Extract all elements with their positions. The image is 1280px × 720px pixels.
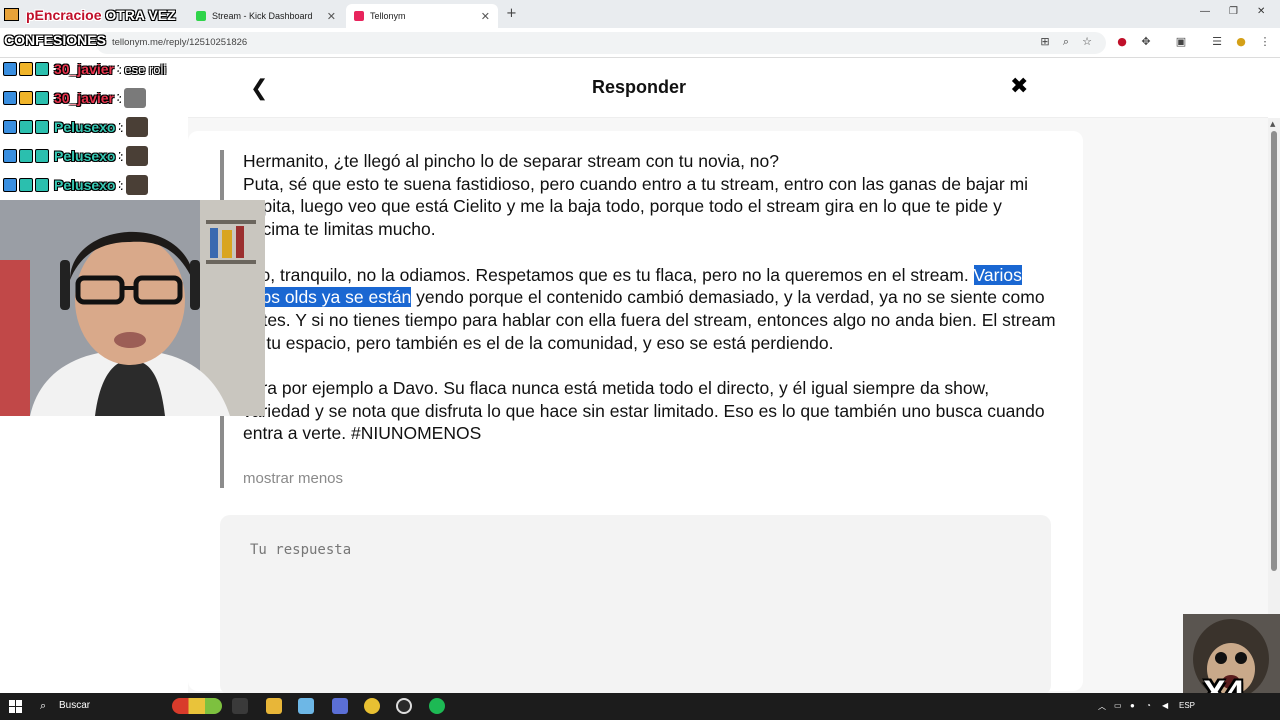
chat-message: Pelusexo : [3, 145, 148, 167]
close-tab-icon[interactable]: ✕ [327, 10, 336, 23]
media-icon[interactable]: ▣ [1174, 35, 1188, 49]
tray-mic-icon[interactable]: ● [1130, 701, 1135, 710]
extension-record-icon[interactable]: ● [1115, 35, 1129, 49]
chat-message: 30_javier : ese roli [3, 58, 166, 80]
message-paragraph-3: Mira por ejemplo a Davo. Su flaca nunca … [243, 378, 1045, 444]
profile-avatar-icon[interactable]: ● [1234, 35, 1248, 49]
sub-badge-icon [35, 149, 49, 163]
stream-title-white: OTRA VEZ [101, 7, 176, 23]
tab-kick-dashboard[interactable]: Stream - Kick Dashboard ✕ [188, 4, 344, 28]
restore-icon[interactable]: ❐ [1229, 6, 1238, 17]
obs-icon[interactable] [396, 698, 412, 714]
windows-start-icon[interactable] [9, 700, 22, 713]
stream-title-red: pEncracioe [26, 7, 102, 23]
sub-badge-icon [35, 62, 49, 76]
arrow-badge-icon [19, 120, 33, 134]
chat-text: ese roli [124, 61, 167, 77]
minimize-icon[interactable]: — [1200, 6, 1210, 17]
arrow-badge-icon [19, 149, 33, 163]
taskbar-search-label[interactable]: Buscar [59, 700, 90, 711]
chat-separator: : [118, 177, 123, 193]
mod-badge-icon [3, 178, 17, 192]
answer-field[interactable]: Tu respuesta [220, 515, 1051, 695]
mod-badge-icon [3, 120, 17, 134]
stream-subtitle: CONFESIONES [4, 32, 106, 48]
show-less-link[interactable]: mostrar menos [243, 470, 343, 487]
chrome-icon[interactable] [364, 698, 380, 714]
chat-username: Pelusexo [54, 177, 116, 193]
coin-badge-icon [19, 91, 33, 105]
taskbar-search-icon[interactable]: ⌕ [40, 699, 46, 713]
message-paragraph-1: Hermanito, ¿te llegó al pincho lo de sep… [243, 151, 1029, 240]
window-close-icon[interactable]: ✕ [1257, 6, 1265, 17]
arrow-badge-icon [19, 178, 33, 192]
file-explorer-icon[interactable] [266, 698, 282, 714]
chat-separator: : [116, 90, 122, 106]
monkey-emote-icon [125, 175, 148, 195]
stream-title-overlay: pEncracioe OTRA VEZ CONFESIONES [0, 0, 200, 58]
tab-title: Stream - Kick Dashboard [212, 11, 313, 21]
monkey-emote-icon [125, 117, 148, 137]
mod-badge-icon [3, 62, 17, 76]
chat-separator: : [116, 61, 122, 77]
fruit-widget-icon[interactable] [172, 698, 222, 714]
close-tab-icon[interactable]: ✕ [481, 10, 490, 23]
stream-title: pEncracioe OTRA VEZ [26, 7, 176, 23]
translate-icon[interactable]: ⊞ [1038, 35, 1052, 49]
windows-taskbar: ⌕ Buscar ︿ ▭ ● ◔ ◀ ESP [0, 693, 1280, 720]
chat-message: Pelusexo : [3, 116, 148, 138]
chat-username: Pelusexo [54, 119, 116, 135]
sub-badge-icon [35, 178, 49, 192]
coin-badge-icon [19, 62, 33, 76]
tell-message: Hermanito, ¿te llegó al pincho lo de sep… [243, 150, 1058, 445]
overlay-folder-icon [4, 8, 19, 21]
tab-tellonym[interactable]: Tellonym ✕ [346, 4, 498, 28]
menu-kebab-icon[interactable]: ⋮ [1258, 35, 1272, 49]
chat-username: Pelusexo [54, 148, 116, 164]
tray-volume-icon[interactable]: ◀ [1162, 701, 1168, 710]
scroll-up-icon[interactable]: ▲ [1270, 120, 1275, 128]
zoom-icon[interactable]: ⌕ [1059, 35, 1073, 49]
task-view-icon[interactable] [232, 698, 248, 714]
chat-message: Pelusexo : [3, 174, 148, 196]
chat-separator: : [118, 148, 123, 164]
close-icon[interactable]: ✖ [1010, 74, 1028, 99]
message-paragraph-2: Ojo, tranquilo, no la odiamos. Respetamo… [243, 264, 1058, 355]
bookmark-star-icon[interactable]: ☆ [1080, 35, 1094, 49]
chat-username: 30_javier [54, 90, 114, 106]
tray-language[interactable]: ESP [1179, 701, 1195, 710]
address-bar[interactable]: tellonym.me/reply/12510251826 [96, 32, 1106, 54]
tellonym-icon [354, 11, 364, 21]
scrollbar-thumb[interactable] [1271, 131, 1277, 571]
chat-separator: : [118, 119, 123, 135]
tab-title: Tellonym [370, 11, 406, 21]
app-icon[interactable] [332, 698, 348, 714]
emote-icon [124, 88, 147, 108]
page-scrollbar[interactable]: ▲ [1268, 118, 1280, 693]
page-header: ❮ Responder ✖ [188, 58, 1268, 118]
paragraph-2-text: Ojo, tranquilo, no la odiamos. Respetamo… [243, 264, 974, 285]
streamer-webcam-image [0, 200, 265, 416]
webcam-overlay [0, 200, 265, 416]
chat-message: 30_javier : [3, 87, 147, 109]
tray-network-icon[interactable]: ▭ [1114, 701, 1122, 710]
notepad-icon[interactable] [298, 698, 314, 714]
reading-list-icon[interactable]: ☰ [1210, 35, 1224, 49]
spotify-icon[interactable] [429, 698, 445, 714]
mod-badge-icon [3, 149, 17, 163]
answer-placeholder: Tu respuesta [250, 542, 352, 558]
sub-badge-icon [35, 120, 49, 134]
new-tab-icon[interactable]: + [506, 6, 517, 21]
chat-username: 30_javier [54, 61, 114, 77]
tray-chevron-icon[interactable]: ︿ [1098, 701, 1106, 712]
sub-badge-icon [35, 91, 49, 105]
page-title: Responder [591, 77, 687, 97]
extensions-puzzle-icon[interactable]: ✥ [1139, 35, 1153, 49]
monkey-emote-icon [125, 146, 148, 166]
tray-wifi-icon[interactable]: ◔ [1146, 701, 1151, 710]
mod-badge-icon [3, 91, 17, 105]
